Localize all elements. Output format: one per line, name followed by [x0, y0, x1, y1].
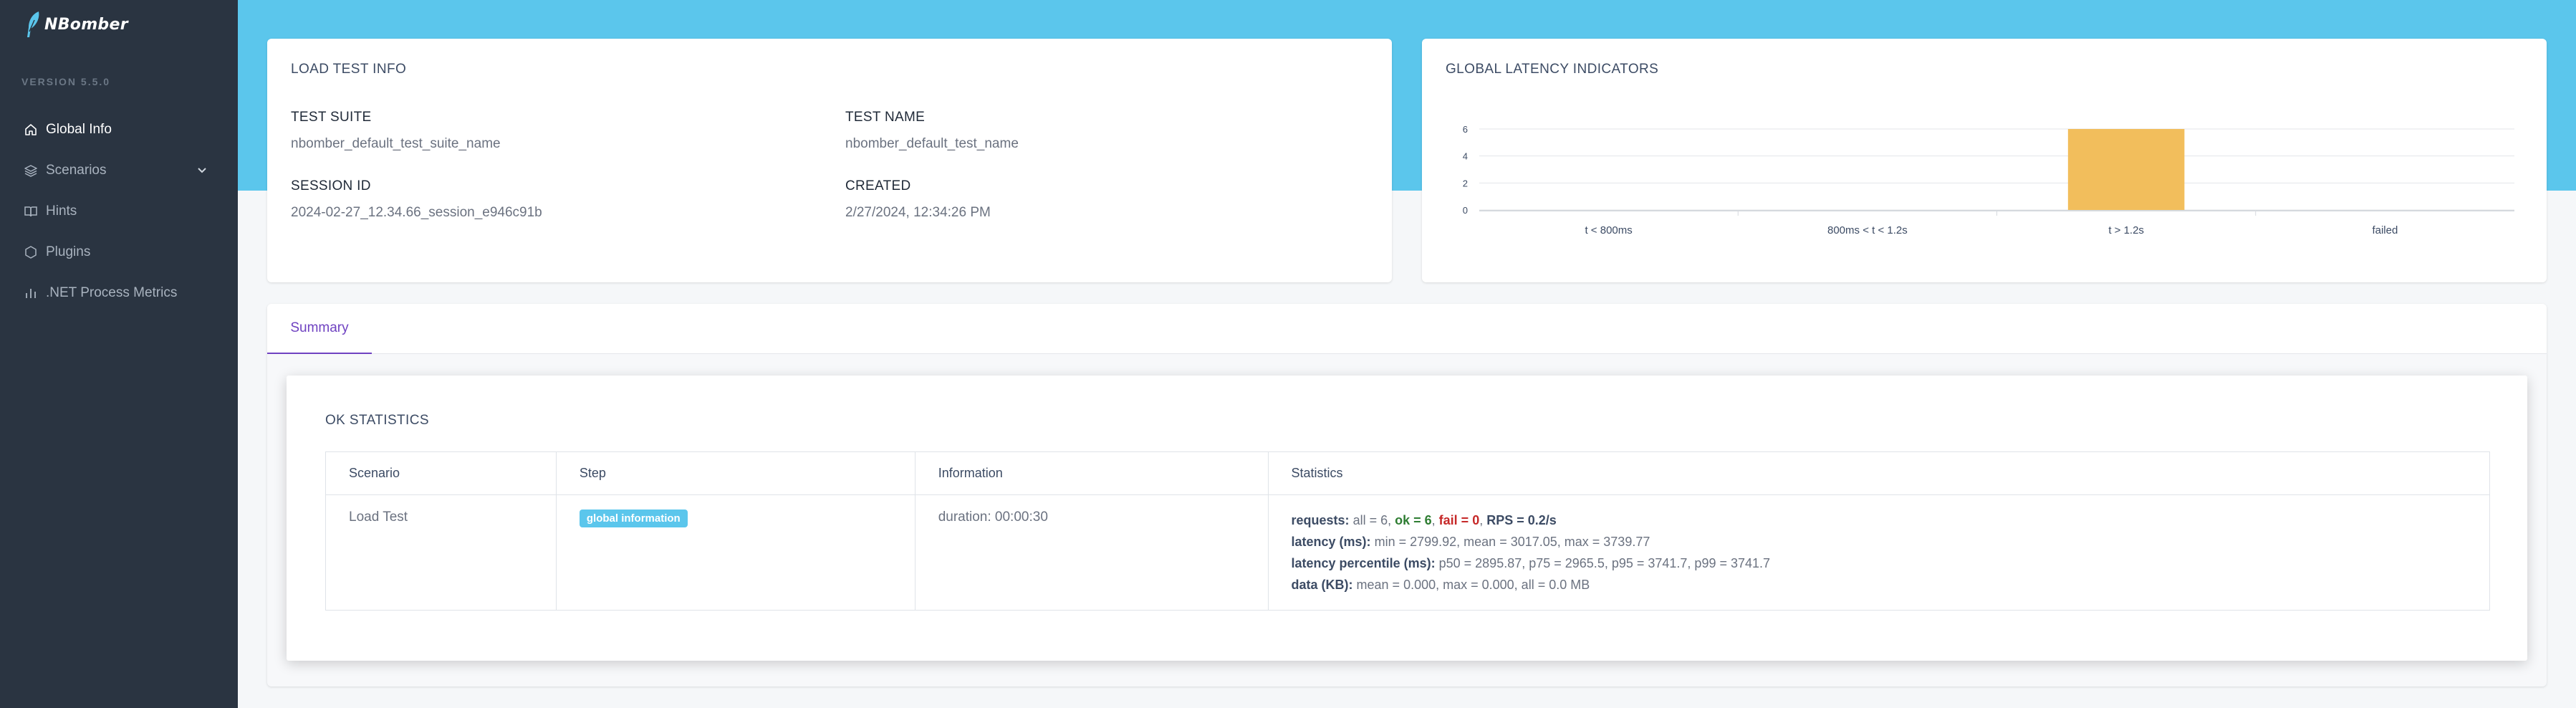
x-tick-label: t > 1.2s: [2108, 224, 2144, 236]
sidebar-item-label: Hints: [46, 203, 77, 219]
session-id-label: SESSION ID: [291, 178, 371, 193]
sidebar-item-process-metrics[interactable]: .NET Process Metrics: [0, 272, 238, 313]
sidebar-nav: Global Info Scenarios Hints Plugins .NET…: [0, 109, 238, 313]
test-name-value: nbomber_default_test_name: [845, 136, 1019, 151]
sidebar-item-label: .NET Process Metrics: [46, 284, 178, 300]
information-cell: duration: 00:00:30: [914, 494, 1269, 611]
column-header: Scenario: [325, 451, 557, 495]
bar-chart-icon: [23, 285, 39, 301]
y-tick-label: 0: [1463, 205, 1468, 216]
layers-icon: [23, 163, 39, 178]
column-header: Step: [555, 451, 915, 495]
test-name-label: TEST NAME: [845, 110, 926, 125]
statistics-table: Scenario Step Information Statistics Loa…: [325, 451, 2491, 611]
panel-title: OK STATISTICS: [325, 413, 429, 428]
sidebar-item-plugins[interactable]: Plugins: [0, 231, 238, 272]
feather-logo-icon: [27, 11, 39, 37]
x-tick-label: failed: [2372, 224, 2398, 236]
column-header: Statistics: [1267, 451, 2491, 495]
statistics-cell: requests: all = 6, ok = 6, fail = 0, RPS…: [1267, 494, 2491, 611]
data-line: data (KB): mean = 0.000, max = 0.000, al…: [1291, 578, 1590, 592]
tab-summary[interactable]: Summary: [267, 304, 372, 354]
card-title: LOAD TEST INFO: [291, 62, 407, 77]
table-header-row: Scenario Step Information Statistics: [325, 451, 2491, 495]
tabs-bar: Summary: [267, 304, 2547, 354]
sidebar-item-label: Plugins: [46, 244, 91, 259]
latency-percentile-line: latency percentile (ms): p50 = 2895.87, …: [1291, 556, 1771, 570]
hexagon-icon: [23, 244, 39, 260]
latency-indicators-card: GLOBAL LATENCY INDICATORS 0246t < 800ms 8…: [1422, 39, 2547, 282]
summary-section: Summary OK STATISTICS Scenario Step Info…: [267, 304, 2547, 687]
load-test-info-card: LOAD TEST INFO TEST SUITE nbomber_defaul…: [267, 39, 1392, 282]
latency-line: latency (ms): min = 2799.92, mean = 3017…: [1291, 535, 1650, 549]
x-tick-label: t < 800ms: [1585, 224, 1632, 236]
sidebar: NBomber VERSION 5.5.0 Global Info Scenar…: [0, 0, 238, 708]
y-tick-label: 2: [1463, 178, 1468, 188]
sidebar-item-label: Scenarios: [46, 162, 107, 178]
sidebar-item-scenarios[interactable]: Scenarios: [0, 150, 238, 191]
scenario-cell: Load Test: [325, 494, 557, 611]
home-icon: [23, 122, 39, 138]
table-row: Load Test global information duration: 0…: [325, 494, 2491, 611]
sidebar-item-hints[interactable]: Hints: [0, 191, 238, 231]
session-id-value: 2024-02-27_12.34.66_session_e946c91b: [291, 205, 542, 220]
step-cell: global information: [555, 494, 915, 611]
ok-statistics-panel: OK STATISTICS Scenario Step Information …: [287, 375, 2527, 661]
latency-bar-chart: 0 2 4 6 t < 800ms 800ms < t < 1.2s t > 1.2s fai…: [1463, 124, 2514, 236]
created-label: CREATED: [845, 178, 911, 193]
step-badge: global information: [579, 510, 688, 527]
x-tick-label: 800ms < t < 1.2s: [1827, 224, 1908, 236]
y-tick-label: 6: [1463, 124, 1468, 135]
bar[interactable]: [2067, 129, 2185, 210]
test-suite-value: nbomber_default_test_suite_name: [291, 136, 501, 151]
chevron-down-icon[interactable]: [195, 163, 209, 178]
created-value: 2/27/2024, 12:34:26 PM: [845, 205, 991, 220]
test-suite-label: TEST SUITE: [291, 110, 372, 125]
y-tick-label: 4: [1463, 151, 1468, 162]
sidebar-item-global-info[interactable]: Global Info: [0, 109, 238, 150]
requests-line: requests: all = 6, ok = 6, fail = 0, RPS…: [1291, 513, 1557, 527]
sidebar-item-label: Global Info: [46, 121, 112, 137]
brand[interactable]: NBomber: [23, 10, 128, 39]
book-icon: [23, 204, 39, 219]
column-header: Information: [914, 451, 1269, 495]
brand-name: NBomber: [44, 15, 128, 34]
version-label: VERSION 5.5.0: [21, 76, 111, 87]
